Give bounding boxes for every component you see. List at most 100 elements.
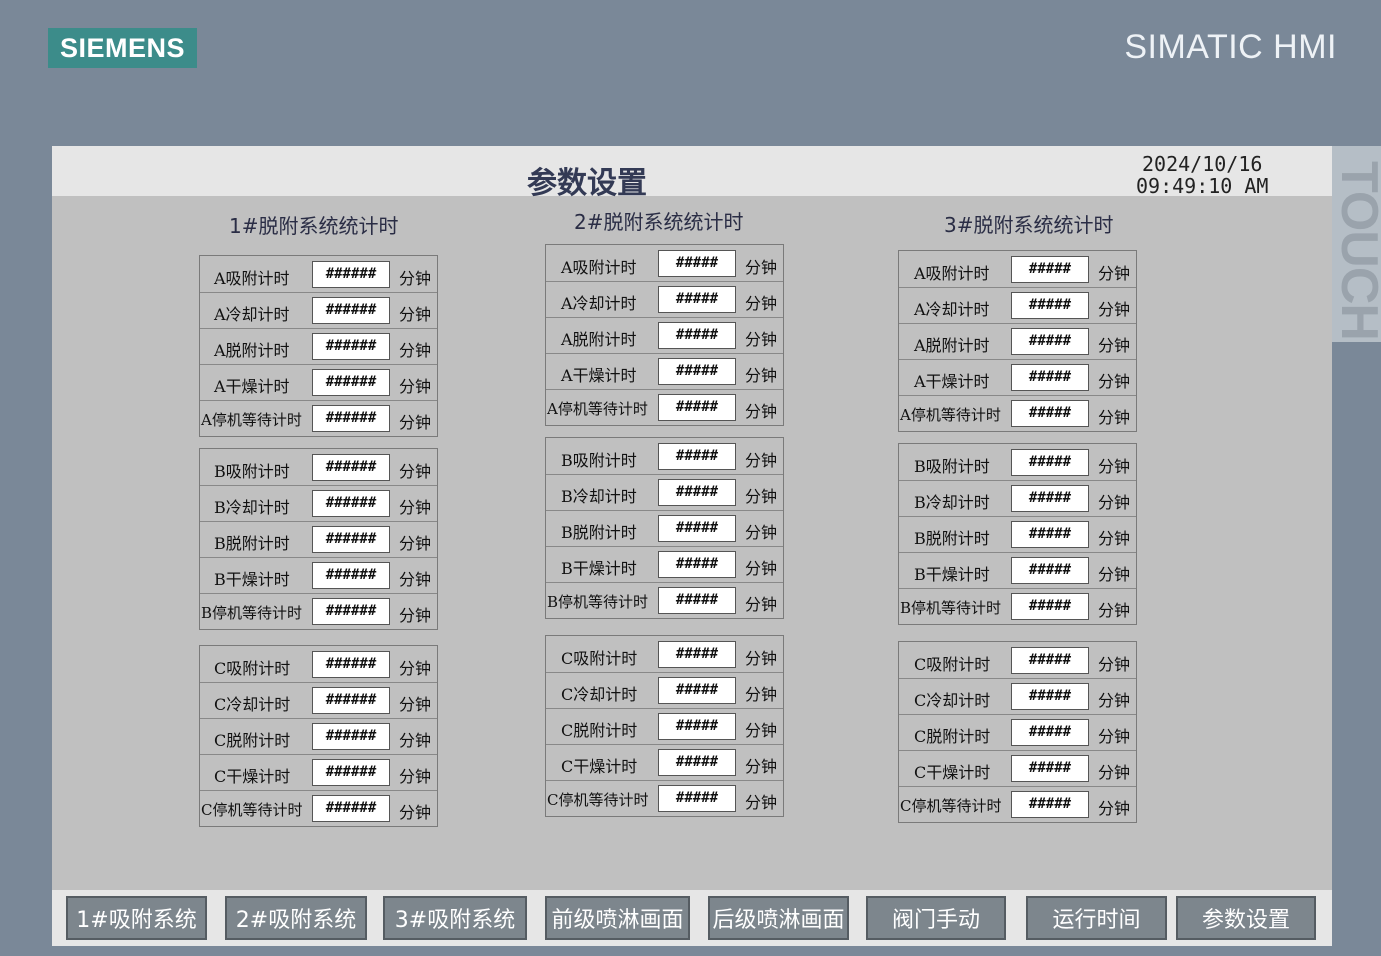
nav-button[interactable]: 前级喷淋画面 (545, 896, 690, 940)
timer-value-field[interactable]: ##### (1011, 449, 1089, 476)
timer-value-field[interactable]: ##### (658, 551, 736, 578)
timer-value-field[interactable]: ###### (312, 795, 390, 822)
timer-label: C冷却计时 (914, 691, 991, 710)
timer-group: B吸附计时 ##### 分钟 B冷却计时 ##### 分钟 B脱附计时 ##### 分钟 B干燥计… (545, 437, 784, 619)
timer-value-field[interactable]: ##### (1011, 292, 1089, 319)
unit-label: 分钟 (399, 341, 432, 360)
timer-value-field[interactable]: ##### (658, 713, 736, 740)
timer-value-field[interactable]: ###### (312, 526, 390, 553)
unit-label: 分钟 (399, 731, 432, 750)
timer-value-field[interactable]: ###### (312, 687, 390, 714)
touch-side-tab: TOUCH (1332, 146, 1381, 342)
timer-label: B吸附计时 (914, 457, 990, 476)
timer-label: B冷却计时 (214, 498, 290, 517)
timer-label: A停机等待计时 (547, 400, 648, 418)
timer-value-field[interactable]: ##### (1011, 755, 1089, 782)
nav-button[interactable]: 阀门手动 (866, 896, 1006, 940)
unit-label: 分钟 (1098, 372, 1131, 391)
timer-row: C停机等待计时 ##### 分钟 (899, 786, 1136, 822)
timer-value-field[interactable]: ##### (1011, 400, 1089, 427)
timer-row: C冷却计时 ##### 分钟 (899, 678, 1136, 715)
unit-label: 分钟 (1098, 336, 1131, 355)
timer-row: C脱附计时 ##### 分钟 (546, 708, 783, 745)
unit-label: 分钟 (1098, 565, 1131, 584)
timer-label: B吸附计时 (214, 462, 290, 481)
unit-label: 分钟 (399, 269, 432, 288)
timer-label: B干燥计时 (561, 559, 637, 578)
timer-row: B冷却计时 ###### 分钟 (200, 485, 437, 522)
timer-value-field[interactable]: ###### (312, 369, 390, 396)
timer-row: C干燥计时 ###### 分钟 (200, 754, 437, 791)
timer-label: A冷却计时 (214, 305, 290, 324)
timer-value-field[interactable]: ##### (1011, 719, 1089, 746)
timer-value-field[interactable]: ###### (312, 562, 390, 589)
timer-value-field[interactable]: ##### (658, 394, 736, 421)
siemens-logo: SIEMENS (48, 28, 197, 68)
timer-value-field[interactable]: ###### (312, 405, 390, 432)
nav-button[interactable]: 运行时间 (1026, 896, 1167, 940)
timer-label: B冷却计时 (561, 487, 637, 506)
timer-value-field[interactable]: ###### (312, 261, 390, 288)
timer-value-field[interactable]: ###### (312, 651, 390, 678)
timer-value-field[interactable]: ##### (658, 358, 736, 385)
nav-button[interactable]: 3#吸附系统 (383, 896, 527, 940)
timer-value-field[interactable]: ##### (658, 749, 736, 776)
unit-label: 分钟 (745, 559, 778, 578)
timer-value-field[interactable]: ##### (1011, 256, 1089, 283)
timer-value-field[interactable]: ###### (312, 598, 390, 625)
timer-value-field[interactable]: ###### (312, 454, 390, 481)
nav-button[interactable]: 后级喷淋画面 (708, 896, 849, 940)
timer-value-field[interactable]: ##### (658, 677, 736, 704)
main-panel: 参数设置 2024/10/16 09:49:10 AM 1#脱附系统统计时 A吸附… (52, 146, 1332, 946)
timer-label: C脱附计时 (914, 727, 991, 746)
timer-value-field[interactable]: ##### (1011, 557, 1089, 584)
timer-label: B吸附计时 (561, 451, 637, 470)
timer-label: A吸附计时 (914, 264, 990, 283)
timer-value-field[interactable]: ##### (1011, 647, 1089, 674)
timer-row: B冷却计时 ##### 分钟 (899, 480, 1136, 517)
timer-value-field[interactable]: ##### (658, 322, 736, 349)
nav-button[interactable]: 参数设置 (1176, 896, 1316, 940)
timer-value-field[interactable]: ##### (658, 479, 736, 506)
timer-value-field[interactable]: ###### (312, 759, 390, 786)
timer-value-field[interactable]: ##### (1011, 485, 1089, 512)
timer-label: A干燥计时 (561, 366, 637, 385)
timer-value-field[interactable]: ##### (658, 785, 736, 812)
unit-label: 分钟 (1098, 655, 1131, 674)
timer-label: B停机等待计时 (201, 604, 303, 622)
unit-label: 分钟 (745, 402, 778, 421)
timer-value-field[interactable]: ##### (658, 250, 736, 277)
timer-value-field[interactable]: ##### (658, 286, 736, 313)
timer-value-field[interactable]: ##### (1011, 683, 1089, 710)
nav-button[interactable]: 1#吸附系统 (66, 896, 207, 940)
timer-value-field[interactable]: ##### (658, 443, 736, 470)
timer-row: B吸附计时 ##### 分钟 (899, 444, 1136, 481)
timer-value-field[interactable]: ###### (312, 333, 390, 360)
timer-value-field[interactable]: ##### (1011, 364, 1089, 391)
unit-label: 分钟 (745, 685, 778, 704)
timer-value-field[interactable]: ##### (1011, 593, 1089, 620)
timer-value-field[interactable]: ##### (658, 641, 736, 668)
unit-label: 分钟 (745, 523, 778, 542)
timer-value-field[interactable]: ##### (1011, 521, 1089, 548)
timer-row: A冷却计时 ##### 分钟 (546, 281, 783, 318)
timer-value-field[interactable]: ##### (1011, 791, 1089, 818)
timer-value-field[interactable]: ###### (312, 723, 390, 750)
timer-value-field[interactable]: ##### (658, 515, 736, 542)
timer-label: C吸附计时 (214, 659, 291, 678)
timer-value-field[interactable]: ###### (312, 297, 390, 324)
timer-group: A吸附计时 ##### 分钟 A冷却计时 ##### 分钟 A脱附计时 ##### 分钟 A干燥计… (545, 244, 784, 426)
unit-label: 分钟 (1098, 300, 1131, 319)
timer-value-field[interactable]: ###### (312, 490, 390, 517)
timer-row: A干燥计时 ##### 分钟 (899, 359, 1136, 396)
nav-button[interactable]: 2#吸附系统 (225, 896, 367, 940)
unit-label: 分钟 (1098, 264, 1131, 283)
timer-row: B干燥计时 ##### 分钟 (546, 546, 783, 583)
timer-value-field[interactable]: ##### (1011, 328, 1089, 355)
page-title: 参数设置 (527, 166, 647, 201)
unit-label: 分钟 (745, 258, 778, 277)
timer-value-field[interactable]: ##### (658, 587, 736, 614)
timer-row: B停机等待计时 ##### 分钟 (546, 582, 783, 618)
timer-label: C干燥计时 (561, 757, 638, 776)
timer-row: A脱附计时 ###### 分钟 (200, 328, 437, 365)
